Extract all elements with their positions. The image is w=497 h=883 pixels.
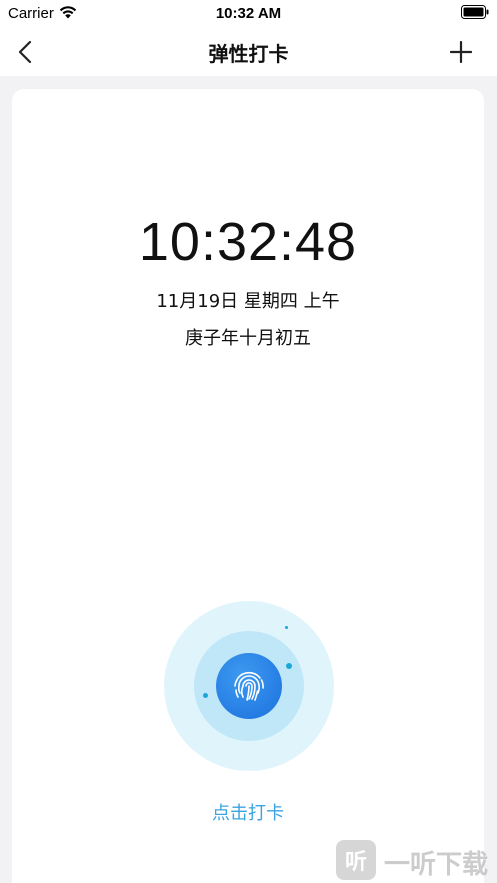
punch-label[interactable]: 点击打卡 [12,799,484,825]
lunar-date: 庚子年十月初五 [185,328,311,349]
navigation-bar: 弹性打卡 [0,26,497,76]
status-bar: Carrier 10:32 AM [0,0,497,26]
punch-button[interactable] [164,601,334,771]
battery-icon [461,5,489,19]
decor-dot [286,663,292,669]
current-time: 10:32:48 [138,212,358,272]
fingerprint-icon [234,671,264,701]
plus-icon [450,41,472,63]
decor-dot [285,626,288,629]
watermark-logo: 听 [336,840,376,880]
fingerprint-button[interactable] [216,653,282,719]
watermark-text: 一听下载 [384,850,489,880]
status-time: 10:32 AM [215,5,282,22]
punch-card: 10:32:48 11月19日 星期四 上午 庚子年十月初五 点击打卡 [12,89,484,883]
decor-dot [203,693,208,698]
add-button[interactable] [443,34,479,70]
current-date: 11月19日 星期四 上午 [156,291,340,312]
watermark: 听 一听下载 [336,838,496,882]
page-title: 弹性打卡 [208,42,289,66]
